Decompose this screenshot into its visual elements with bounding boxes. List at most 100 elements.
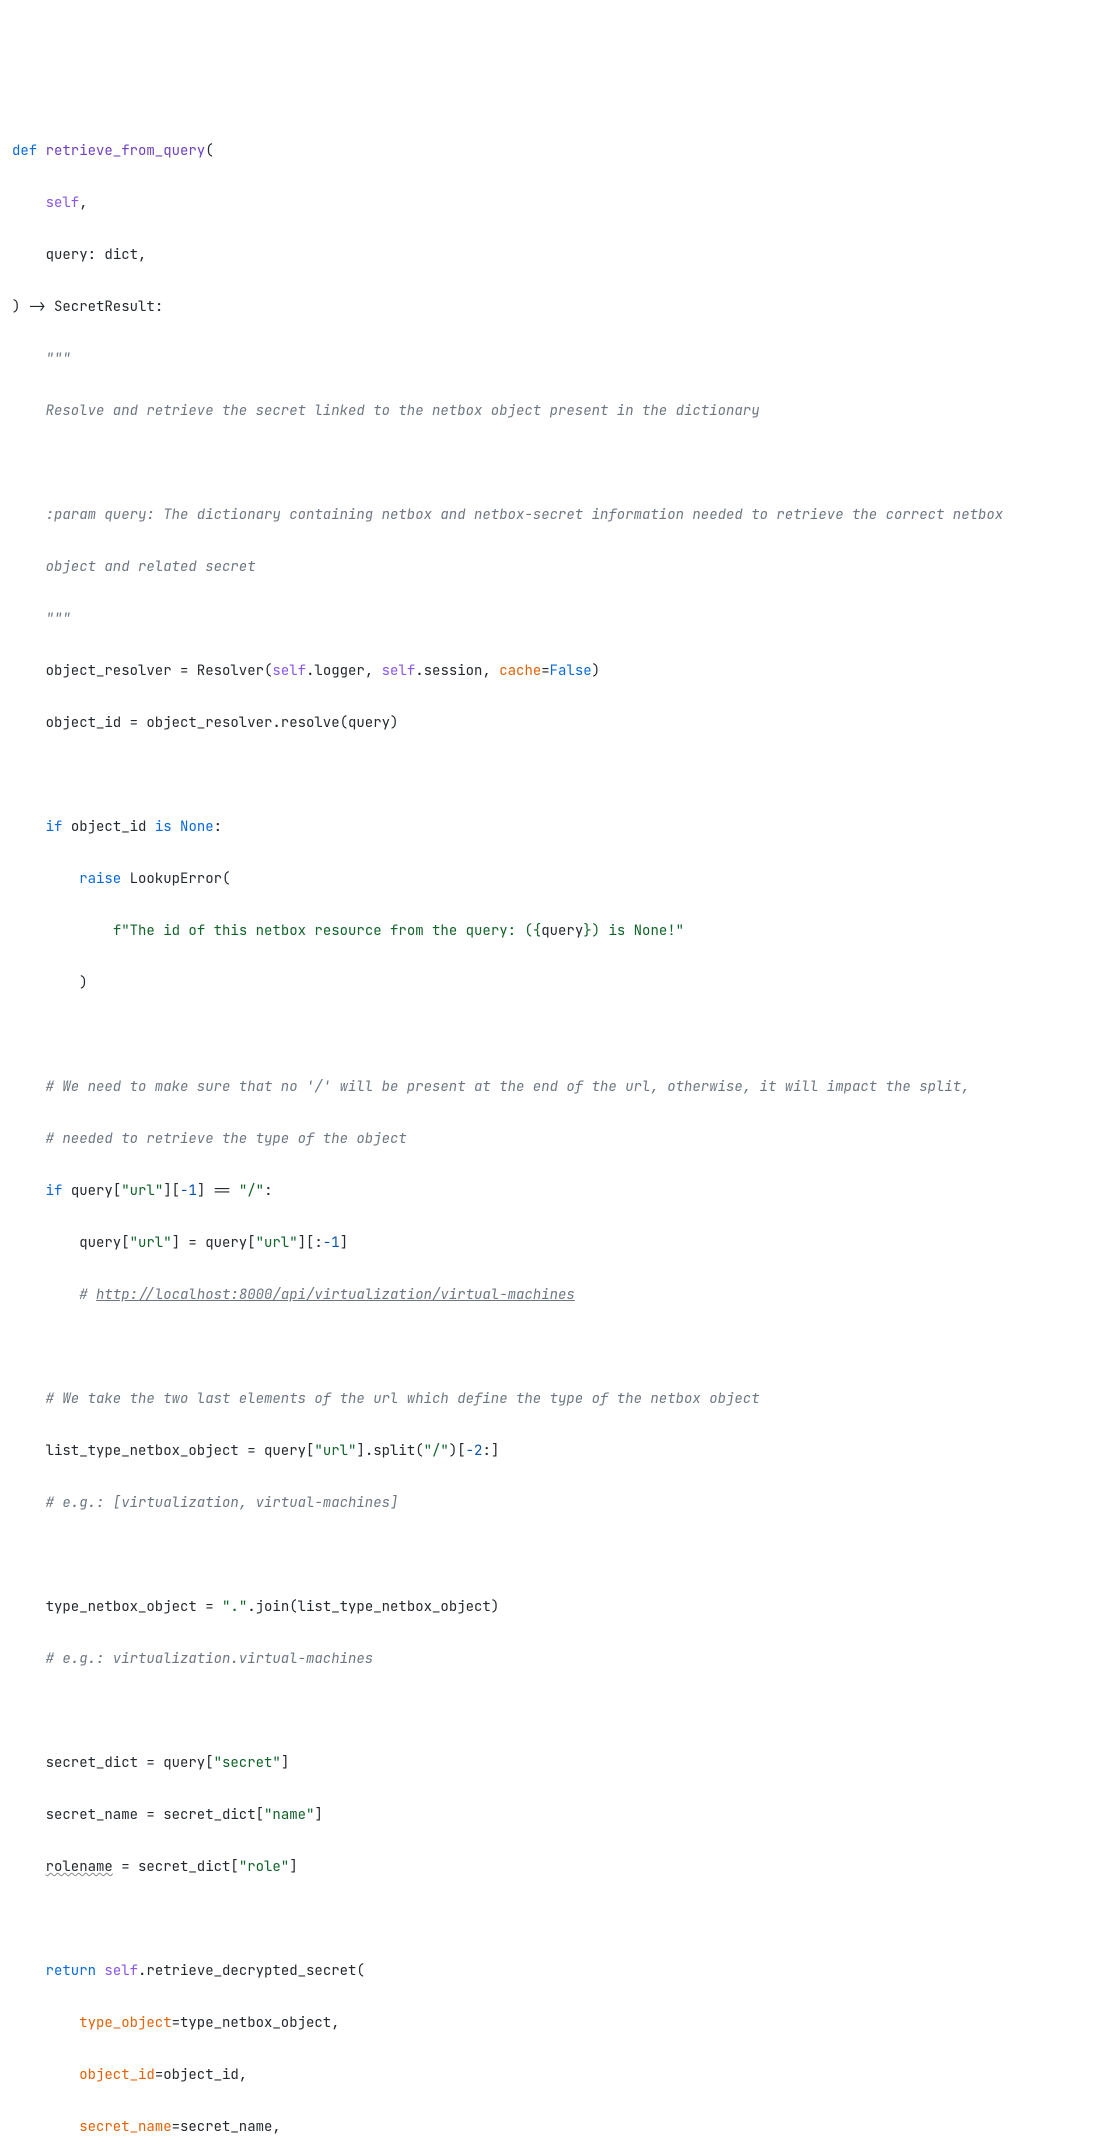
number: -2 — [466, 1442, 483, 1460]
fstring-expr: query — [541, 922, 583, 940]
code-line[interactable]: self, — [12, 190, 1088, 216]
keyword-if: if — [46, 1182, 63, 1200]
code-text: query[ — [79, 1234, 129, 1252]
code-line[interactable] — [12, 1698, 1088, 1724]
code-text: object_id = object_resolver.resolve(quer… — [46, 714, 399, 732]
code-line[interactable]: """ — [12, 346, 1088, 372]
code-text: object_resolver = Resolver( — [46, 662, 273, 680]
code-text: )[ — [449, 1442, 466, 1460]
comment: # We need to make sure that no '/' will … — [46, 1078, 970, 1096]
code-line[interactable]: rolename = secret_dict["role"] — [12, 1854, 1088, 1880]
string-literal: "." — [222, 1598, 247, 1616]
keyword-if: if — [46, 818, 63, 836]
code-text: object_id — [62, 818, 154, 836]
punct: ) — [592, 662, 600, 680]
code-line[interactable] — [12, 1334, 1088, 1360]
code-line[interactable]: return self.retrieve_decrypted_secret( — [12, 1958, 1088, 1984]
code-line[interactable]: :param query: The dictionary containing … — [12, 502, 1088, 528]
code-line[interactable]: def retrieve_from_query( — [12, 138, 1088, 164]
code-text: .retrieve_decrypted_secret( — [138, 1962, 365, 1980]
code-line[interactable]: if query["url"][-1] == "/": — [12, 1178, 1088, 1204]
code-line[interactable]: list_type_netbox_object = query["url"].s… — [12, 1438, 1088, 1464]
string-literal: "The id of this netbox resource from the… — [121, 922, 533, 940]
fstring-brace: } — [583, 922, 591, 940]
number: -1 — [180, 1182, 197, 1200]
self-param: self — [46, 194, 80, 212]
comment: # e.g.: [virtualization, virtual-machine… — [46, 1494, 399, 1512]
string-literal: "role" — [239, 1858, 289, 1876]
punct: ) -> — [12, 298, 54, 316]
punct: , — [79, 194, 87, 212]
code-line[interactable]: # http://localhost:8000/api/virtualizati… — [12, 1282, 1088, 1308]
code-text: LookupError( — [121, 870, 230, 888]
code-text: query[ — [62, 1182, 121, 1200]
punct: : — [214, 818, 222, 836]
code-line[interactable]: object_id = object_resolver.resolve(quer… — [12, 710, 1088, 736]
comment: # needed to retrieve the type of the obj… — [46, 1130, 407, 1148]
code-line[interactable]: # We need to make sure that no '/' will … — [12, 1074, 1088, 1100]
docstring-text: :param query: The dictionary containing … — [46, 506, 1004, 524]
code-line[interactable]: # We take the two last elements of the u… — [12, 1386, 1088, 1412]
code-text: secret_dict = query[ — [46, 1754, 214, 1772]
code-line[interactable]: secret_name = secret_dict["name"] — [12, 1802, 1088, 1828]
space — [172, 818, 180, 836]
code-editor[interactable]: def retrieve_from_query( self, query: di… — [12, 112, 1088, 2148]
string-literal: "secret" — [214, 1754, 281, 1772]
code-text: list_type_netbox_object = query[ — [46, 1442, 315, 1460]
code-line[interactable]: query["url"] = query["url"][:-1] — [12, 1230, 1088, 1256]
code-text: type_netbox_object = — [46, 1598, 222, 1616]
code-line[interactable]: raise LookupError( — [12, 866, 1088, 892]
code-text: =secret_name, — [172, 2118, 281, 2136]
comment: # We take the two last elements of the u… — [46, 1390, 760, 1408]
type-hint: dict — [104, 246, 138, 264]
punct: , — [138, 246, 146, 264]
code-line[interactable]: query: dict, — [12, 242, 1088, 268]
code-line[interactable]: type_object=type_netbox_object, — [12, 2010, 1088, 2036]
code-line[interactable]: f"The id of this netbox resource from th… — [12, 918, 1088, 944]
code-line[interactable] — [12, 1906, 1088, 1932]
space — [96, 1962, 104, 1980]
code-line[interactable]: ) -> SecretResult: — [12, 294, 1088, 320]
code-line[interactable]: secret_name=secret_name, — [12, 2114, 1088, 2140]
code-text: secret_name = secret_dict[ — [46, 1806, 264, 1824]
fstring-brace: { — [533, 922, 541, 940]
code-line[interactable]: object_resolver = Resolver(self.logger, … — [12, 658, 1088, 684]
code-line[interactable]: object and related secret — [12, 554, 1088, 580]
code-text: =type_netbox_object, — [172, 2014, 340, 2032]
string-literal: "name" — [264, 1806, 314, 1824]
fstring-prefix: f — [113, 922, 121, 940]
code-line[interactable]: secret_dict = query["secret"] — [12, 1750, 1088, 1776]
code-text: ] — [281, 1754, 289, 1772]
kwarg: object_id — [79, 2066, 155, 2084]
keyword-return: return — [46, 1962, 96, 1980]
punct: : — [264, 1182, 272, 1200]
code-text: ] — [289, 1858, 297, 1876]
kwarg: type_object — [79, 2014, 171, 2032]
code-line[interactable] — [12, 450, 1088, 476]
punct: ) — [79, 974, 87, 992]
keyword-def: def — [12, 142, 37, 160]
code-line[interactable] — [12, 1542, 1088, 1568]
code-line[interactable]: Resolve and retrieve the secret linked t… — [12, 398, 1088, 424]
comment: # e.g.: virtualization.virtual-machines — [46, 1650, 374, 1668]
code-line[interactable] — [12, 762, 1088, 788]
self-ref: self — [104, 1962, 138, 1980]
self-ref: self — [272, 662, 306, 680]
bool-literal: False — [550, 662, 592, 680]
code-line[interactable]: # e.g.: [virtualization, virtual-machine… — [12, 1490, 1088, 1516]
none-literal: None — [180, 818, 214, 836]
self-ref: self — [382, 662, 416, 680]
code-line[interactable] — [12, 1022, 1088, 1048]
code-line[interactable]: # e.g.: virtualization.virtual-machines — [12, 1646, 1088, 1672]
code-line[interactable]: ) — [12, 970, 1088, 996]
kwarg: cache — [499, 662, 541, 680]
code-line[interactable]: if object_id is None: — [12, 814, 1088, 840]
code-line[interactable]: # needed to retrieve the type of the obj… — [12, 1126, 1088, 1152]
code-text: ].split( — [356, 1442, 423, 1460]
code-line[interactable]: object_id=object_id, — [12, 2062, 1088, 2088]
comment: # — [79, 1286, 96, 1304]
code-text: ] — [314, 1806, 322, 1824]
code-line[interactable]: type_netbox_object = ".".join(list_type_… — [12, 1594, 1088, 1620]
code-line[interactable]: """ — [12, 606, 1088, 632]
punct: : — [88, 246, 105, 264]
